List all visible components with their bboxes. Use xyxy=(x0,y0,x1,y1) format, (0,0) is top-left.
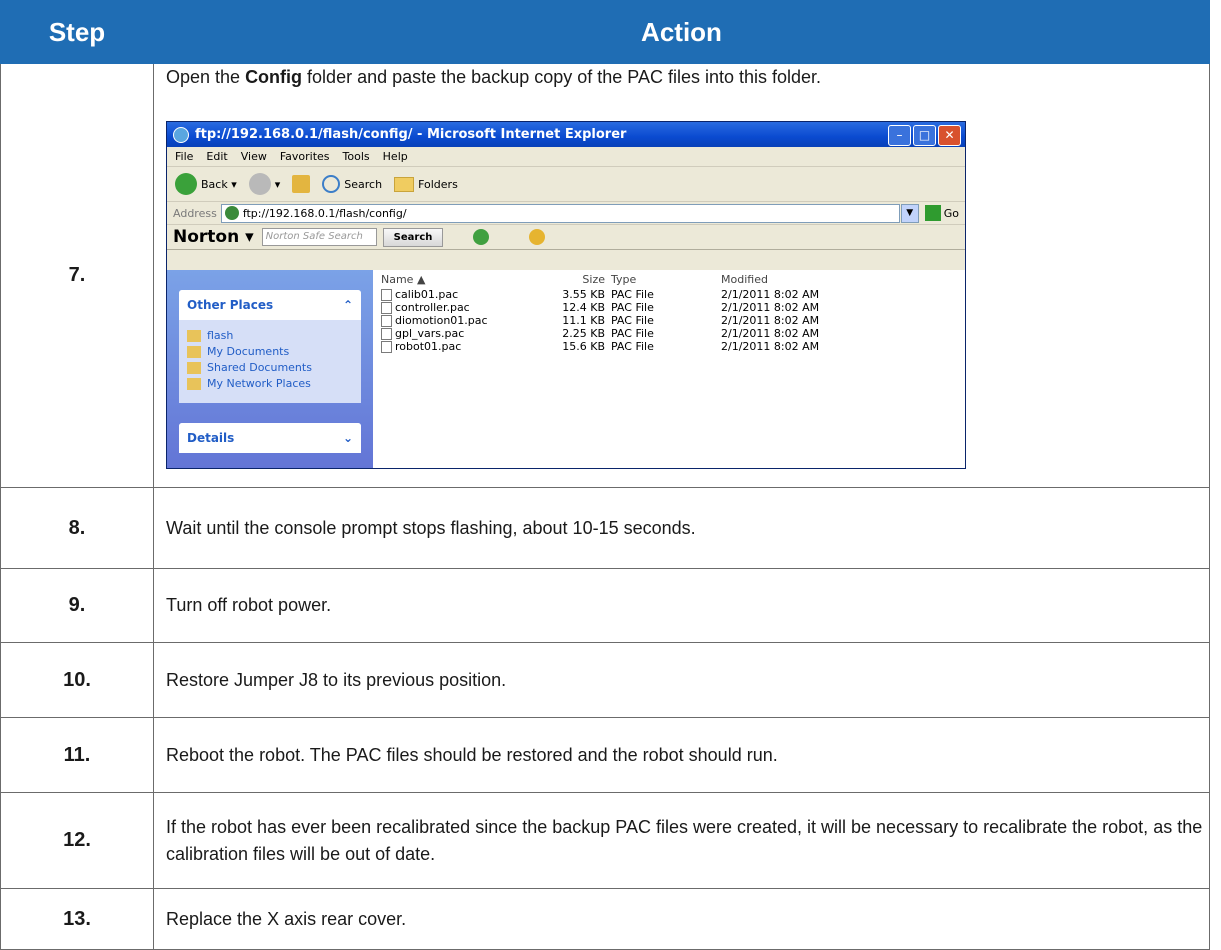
folder-icon xyxy=(187,345,201,358)
search-icon xyxy=(322,175,341,193)
step-number: 12. xyxy=(0,792,154,889)
norton-search-button[interactable]: Search xyxy=(382,227,444,247)
table-row: 8. Wait until the console prompt stops f… xyxy=(0,487,1210,569)
folders-icon xyxy=(394,176,415,192)
close-icon[interactable]: ✕ xyxy=(938,125,961,146)
step-number: 10. xyxy=(0,642,154,718)
menu-help[interactable]: Help xyxy=(383,150,408,163)
address-dropdown-icon[interactable]: ▼ xyxy=(900,203,919,223)
pac-file-icon xyxy=(381,327,392,340)
folder-icon xyxy=(187,361,201,374)
table-row: 7. Open the Config folder and paste the … xyxy=(0,63,1210,488)
minimize-icon[interactable]: – xyxy=(888,125,911,146)
details-panel: Details ⌄ xyxy=(179,423,361,453)
column-type[interactable]: Type xyxy=(611,273,721,286)
file-row[interactable]: gpl_vars.pac 2.25 KB PAC File 2/1/2011 8:02… xyxy=(381,327,965,340)
norton-identity-icon[interactable] xyxy=(529,229,546,245)
maximize-icon[interactable]: □ xyxy=(913,125,936,146)
menu-tools[interactable]: Tools xyxy=(343,150,370,163)
column-name[interactable]: Name ▲ xyxy=(381,273,551,286)
ftp-folder-icon xyxy=(187,329,201,342)
go-arrow-icon xyxy=(924,205,941,221)
table-row: 11. Reboot the robot. The PAC files shou… xyxy=(0,717,1210,793)
address-label: Address xyxy=(173,206,217,220)
norton-logo[interactable]: Norton ▾ xyxy=(173,227,254,247)
toolbar: Back ▾ ▾ Search Folders xyxy=(167,167,965,202)
up-folder-icon xyxy=(292,175,311,193)
folders-button[interactable]: Folders xyxy=(394,176,458,192)
up-folder-button[interactable] xyxy=(292,175,311,193)
ie-icon xyxy=(173,126,189,143)
explorer-screenshot: ftp://192.168.0.1/flash/config/ - Micros… xyxy=(166,121,966,469)
menu-file[interactable]: File xyxy=(175,150,193,163)
place-my-network-places[interactable]: My Network Places xyxy=(187,377,353,390)
step-number: 11. xyxy=(0,717,154,793)
forward-arrow-icon xyxy=(248,173,271,195)
search-button[interactable]: Search xyxy=(322,175,382,193)
step-action: Reboot the robot. The PAC files should b… xyxy=(153,717,1210,793)
step-action: Replace the X axis rear cover. xyxy=(153,888,1210,950)
norton-search-input[interactable]: Norton Safe Search xyxy=(261,228,377,246)
procedure-table: Step Action 7. Open the Config folder an… xyxy=(0,0,1210,950)
column-modified[interactable]: Modified xyxy=(721,273,871,286)
file-row[interactable]: controller.pac 12.4 KB PAC File 2/1/2011 8:… xyxy=(381,301,965,314)
step-action-text: Open the Config folder and paste the bac… xyxy=(166,67,822,87)
step-number: 9. xyxy=(0,568,154,643)
collapse-icon[interactable]: ⌃ xyxy=(343,298,353,312)
details-header[interactable]: Details ⌄ xyxy=(179,423,361,453)
step-action: Restore Jumper J8 to its previous positi… xyxy=(153,642,1210,718)
file-list-header: Name ▲ Size Type Modified xyxy=(381,270,965,288)
place-my-documents[interactable]: My Documents xyxy=(187,345,353,358)
window-title-bar: ftp://192.168.0.1/flash/config/ - Micros… xyxy=(167,122,965,147)
pac-file-icon xyxy=(381,314,392,327)
file-row[interactable]: robot01.pac 15.6 KB PAC File 2/1/2011 8:02 … xyxy=(381,340,965,353)
address-bar: Address ftp://192.168.0.1/flash/config/ … xyxy=(167,202,965,225)
explorer-content: Other Places ⌃ flash My Documents Shared … xyxy=(167,270,965,468)
expand-icon[interactable]: ⌄ xyxy=(343,431,353,445)
file-row[interactable]: calib01.pac 3.55 KB PAC File 2/1/2011 8:02 … xyxy=(381,288,965,301)
place-shared-documents[interactable]: Shared Documents xyxy=(187,361,353,374)
menu-bar: File Edit View Favorites Tools Help xyxy=(167,147,965,167)
column-size[interactable]: Size xyxy=(551,273,611,286)
menu-edit[interactable]: Edit xyxy=(206,150,227,163)
address-input[interactable]: ftp://192.168.0.1/flash/config/ xyxy=(220,203,900,223)
step-action: If the robot has ever been recalibrated … xyxy=(153,792,1210,889)
pac-file-icon xyxy=(381,340,392,353)
window-controls: – □ ✕ xyxy=(888,125,961,146)
norton-safe-check-icon[interactable] xyxy=(473,229,490,245)
step-action: Turn off robot power. xyxy=(153,568,1210,643)
table-row: 9. Turn off robot power. xyxy=(0,568,1210,643)
table-row: 10. Restore Jumper J8 to its previous po… xyxy=(0,642,1210,718)
task-pane: Other Places ⌃ flash My Documents Shared … xyxy=(167,270,373,468)
go-button[interactable]: Go xyxy=(924,205,959,221)
menu-view[interactable]: View xyxy=(241,150,267,163)
table-row: 12. If the robot has ever been recalibra… xyxy=(0,792,1210,889)
place-flash[interactable]: flash xyxy=(187,329,353,342)
step-column-header: Step xyxy=(0,0,154,64)
forward-button[interactable]: ▾ xyxy=(248,173,280,195)
step-action: Open the Config folder and paste the bac… xyxy=(153,63,1210,488)
network-icon xyxy=(187,377,201,390)
file-list: Name ▲ Size Type Modified calib01.pac 3.5… xyxy=(373,270,965,468)
file-row[interactable]: diomotion01.pac 11.1 KB PAC File 2/1/2011 8… xyxy=(381,314,965,327)
back-arrow-icon xyxy=(175,173,197,195)
step-number: 8. xyxy=(0,487,154,569)
pac-file-icon xyxy=(381,301,392,314)
window-title: ftp://192.168.0.1/flash/config/ - Micros… xyxy=(195,127,627,142)
action-column-header: Action xyxy=(153,0,1210,64)
other-places-header[interactable]: Other Places ⌃ xyxy=(179,290,361,320)
step-number: 13. xyxy=(0,888,154,950)
table-row: 13. Replace the X axis rear cover. xyxy=(0,888,1210,950)
pac-file-icon xyxy=(381,288,392,301)
step-number: 7. xyxy=(0,63,154,488)
back-button[interactable]: Back ▾ xyxy=(175,173,237,195)
config-folder-name: Config xyxy=(245,67,303,87)
norton-toolbar: Norton ▾ Norton Safe Search Search xyxy=(167,225,965,250)
step-action: Wait until the console prompt stops flas… xyxy=(153,487,1210,569)
menu-favorites[interactable]: Favorites xyxy=(280,150,330,163)
other-places-panel: Other Places ⌃ flash My Documents Shared … xyxy=(179,290,361,403)
ftp-globe-icon xyxy=(224,206,239,220)
table-header-row: Step Action xyxy=(0,0,1210,64)
